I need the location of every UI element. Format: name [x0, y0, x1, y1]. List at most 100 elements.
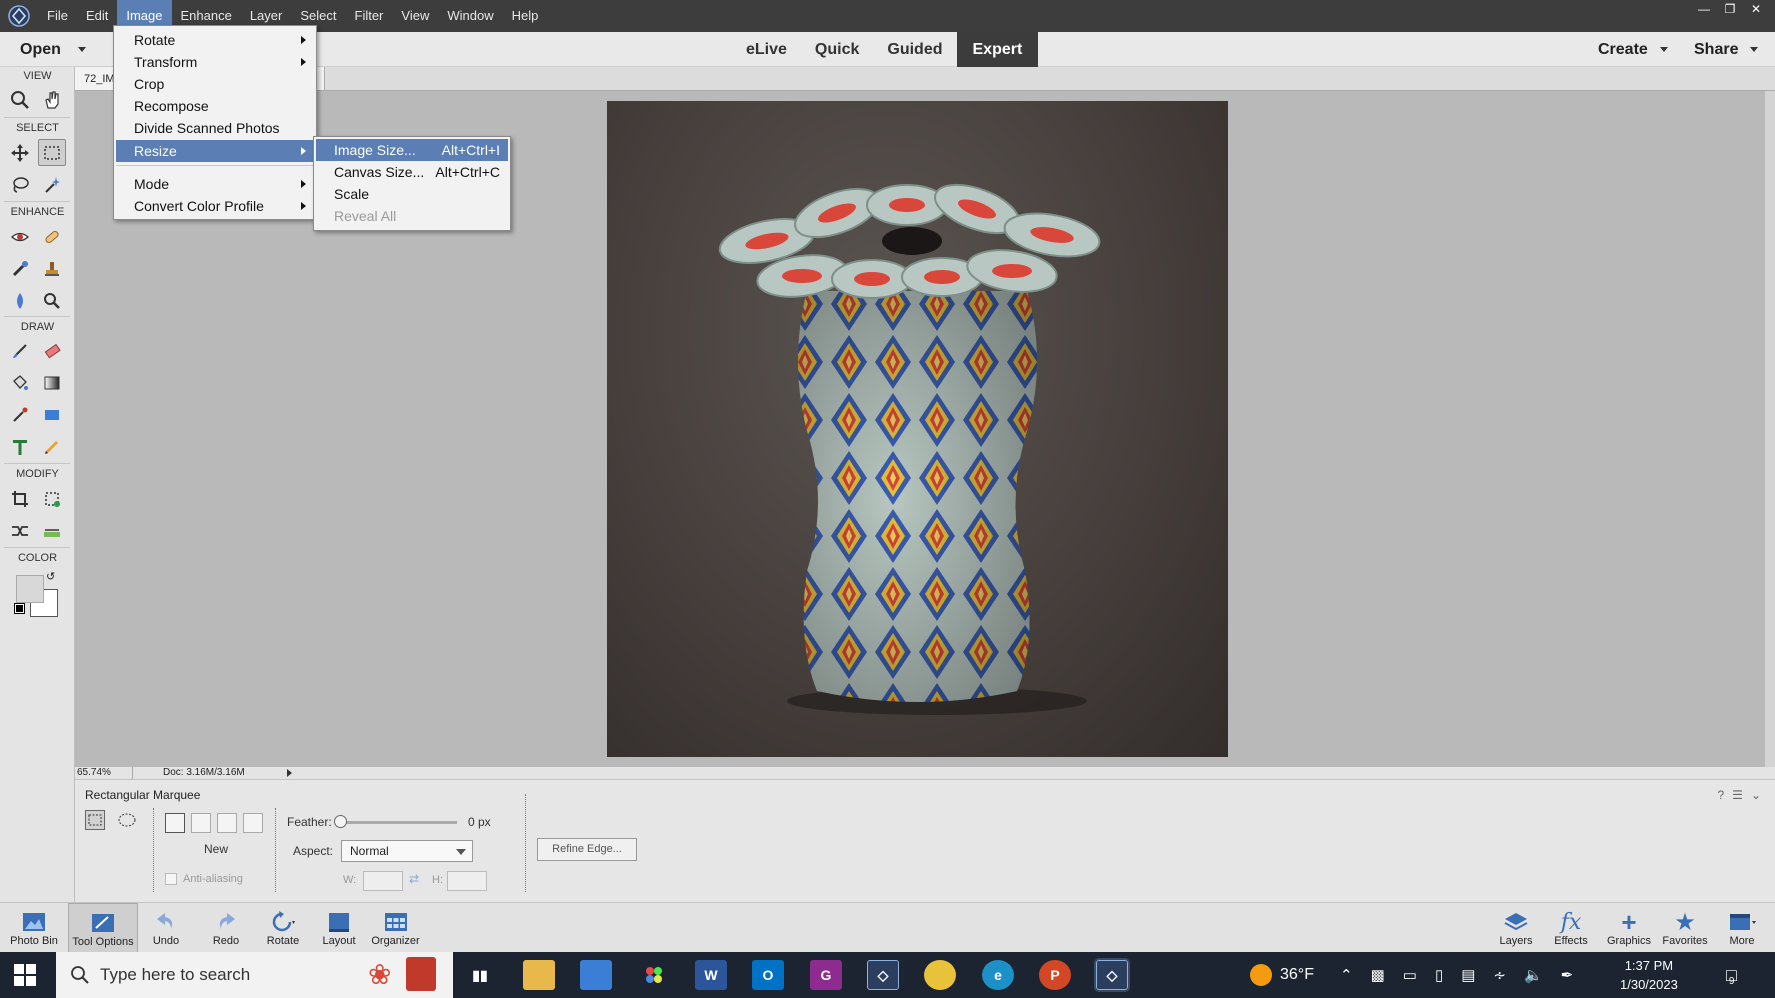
refine-edge-button[interactable]: Refine Edge...	[537, 838, 637, 861]
red-eye-tool-icon[interactable]	[6, 223, 34, 250]
share-dropdown-icon[interactable]	[1750, 47, 1758, 52]
usb-icon[interactable]: ▯	[1435, 966, 1443, 984]
elliptical-marquee-option-icon[interactable]	[117, 810, 137, 830]
wifi-icon[interactable]: ∻	[1493, 966, 1506, 984]
menu-item-recompose[interactable]: Recompose	[116, 95, 314, 117]
paint-bucket-tool-icon[interactable]	[6, 369, 34, 396]
subtract-from-selection-icon[interactable]	[217, 813, 237, 833]
collapse-icon[interactable]: ⌄	[1751, 788, 1761, 802]
tab-elive[interactable]: eLive	[732, 32, 801, 67]
weather-app-icon[interactable]	[924, 960, 956, 990]
favorites-button[interactable]: ★ Favorites	[1659, 903, 1711, 953]
close-icon[interactable]: ✕	[1745, 0, 1767, 18]
pdf-app-icon[interactable]: G	[810, 960, 842, 990]
tab-quick[interactable]: Quick	[801, 32, 873, 67]
help-icon[interactable]: ?	[1717, 788, 1724, 802]
minimize-icon[interactable]: —	[1693, 0, 1715, 18]
panel-menu-icon[interactable]: ☰	[1732, 788, 1743, 802]
menu-file[interactable]: File	[38, 0, 77, 32]
aspect-select[interactable]: Normal	[341, 840, 473, 862]
menu-item-crop[interactable]: Crop	[116, 73, 314, 95]
vertical-scrollbar[interactable]	[1765, 91, 1775, 767]
type-tool-icon[interactable]	[6, 433, 34, 460]
foreground-color-swatch[interactable]	[16, 575, 44, 603]
lasso-tool-icon[interactable]	[6, 171, 34, 198]
magic-wand-tool-icon[interactable]	[38, 171, 66, 198]
brush-tool-icon[interactable]	[6, 337, 34, 364]
word-icon[interactable]: W	[695, 960, 727, 990]
menu-item-scale[interactable]: Scale	[316, 183, 508, 205]
task-view-icon[interactable]: ▮▮	[464, 960, 496, 990]
more-button[interactable]: More	[1722, 903, 1762, 953]
desktop-app-icon[interactable]	[580, 960, 612, 990]
default-colors-icon[interactable]	[14, 603, 25, 614]
file-explorer-icon[interactable]	[523, 960, 555, 990]
graphics-button[interactable]: + Graphics	[1604, 903, 1654, 953]
swap-colors-icon[interactable]: ↺	[46, 570, 55, 583]
marquee-tool-icon[interactable]	[38, 139, 66, 166]
layers-button[interactable]: Layers	[1496, 903, 1536, 953]
zoom-level[interactable]: 65.74%	[77, 767, 133, 779]
open-dropdown-icon[interactable]	[78, 47, 86, 52]
photoshop-elements-taskbar-icon[interactable]: ◇	[867, 960, 899, 990]
feather-slider-handle[interactable]	[334, 815, 347, 828]
outlook-icon[interactable]: O	[752, 960, 784, 990]
undo-button[interactable]: Undo	[146, 903, 186, 953]
menu-item-divide-scanned-photos[interactable]: Divide Scanned Photos	[116, 117, 314, 139]
organizer-button[interactable]: Organizer	[368, 903, 423, 953]
new-selection-icon[interactable]	[165, 813, 185, 833]
status-menu-arrow-icon[interactable]	[287, 769, 292, 777]
meet-icon[interactable]: ▩	[1371, 966, 1385, 984]
zoom-tool-icon[interactable]	[6, 86, 34, 113]
redo-button[interactable]: Redo	[206, 903, 246, 953]
anti-aliasing-checkbox[interactable]	[165, 873, 177, 885]
intersect-selection-icon[interactable]	[243, 813, 263, 833]
height-input[interactable]	[447, 871, 487, 891]
menu-window[interactable]: Window	[438, 0, 502, 32]
rectangular-marquee-option-icon[interactable]	[85, 810, 105, 830]
taskbar-search-box[interactable]: Type here to search ❀	[56, 952, 453, 998]
colorful-app-icon[interactable]	[638, 960, 670, 990]
tab-expert[interactable]: Expert	[956, 32, 1039, 67]
restore-icon[interactable]: ❐	[1719, 0, 1741, 18]
menu-help[interactable]: Help	[503, 0, 548, 32]
photo-bin-button[interactable]: Photo Bin	[4, 903, 64, 953]
create-button[interactable]: Create	[1598, 32, 1648, 67]
rotate-button[interactable]: Rotate	[261, 903, 305, 953]
photoshop-elements-active-icon[interactable]: ◇	[1094, 958, 1130, 992]
menu-view[interactable]: View	[392, 0, 438, 32]
menu-item-resize[interactable]: Resize	[116, 140, 314, 162]
swap-dimensions-icon[interactable]: ⇄	[409, 872, 419, 886]
clock[interactable]: 1:37 PM 1/30/2023	[1620, 956, 1678, 994]
menu-filter[interactable]: Filter	[346, 0, 393, 32]
windows-start-icon[interactable]	[14, 964, 36, 986]
eraser-tool-icon[interactable]	[38, 337, 66, 364]
open-button[interactable]: Open	[20, 32, 61, 67]
chevron-up-icon[interactable]: ⌃	[1340, 966, 1353, 984]
content-aware-move-tool-icon[interactable]	[6, 517, 34, 544]
share-button[interactable]: Share	[1694, 32, 1738, 67]
add-to-selection-icon[interactable]	[191, 813, 211, 833]
spot-healing-tool-icon[interactable]	[38, 223, 66, 250]
straighten-tool-icon[interactable]	[38, 517, 66, 544]
menu-item-image-size[interactable]: Image Size... Alt+Ctrl+I	[316, 139, 508, 161]
create-dropdown-icon[interactable]	[1660, 47, 1668, 52]
pen-icon[interactable]: ✒	[1561, 966, 1574, 984]
volume-icon[interactable]: 🔈	[1524, 966, 1543, 984]
eyedropper-tool-icon[interactable]	[6, 401, 34, 428]
menu-item-transform[interactable]: Transform	[116, 51, 314, 73]
hand-tool-icon[interactable]	[38, 86, 66, 113]
tool-options-button[interactable]: Tool Options	[68, 903, 138, 953]
display-icon[interactable]: ▤	[1461, 966, 1475, 984]
width-input[interactable]	[363, 871, 403, 891]
weather-widget[interactable]: 36°F	[1250, 952, 1314, 998]
notifications-button[interactable]: □ 9	[1726, 952, 1737, 998]
shape-tool-icon[interactable]	[38, 401, 66, 428]
blur-tool-icon[interactable]	[6, 287, 34, 314]
menu-item-convert-color-profile[interactable]: Convert Color Profile	[116, 195, 314, 217]
pencil-tool-icon[interactable]	[38, 433, 66, 460]
crop-tool-icon[interactable]	[6, 485, 34, 512]
sponge-tool-icon[interactable]	[38, 287, 66, 314]
feather-slider-track[interactable]	[340, 821, 457, 824]
edge-icon[interactable]: e	[982, 960, 1014, 990]
